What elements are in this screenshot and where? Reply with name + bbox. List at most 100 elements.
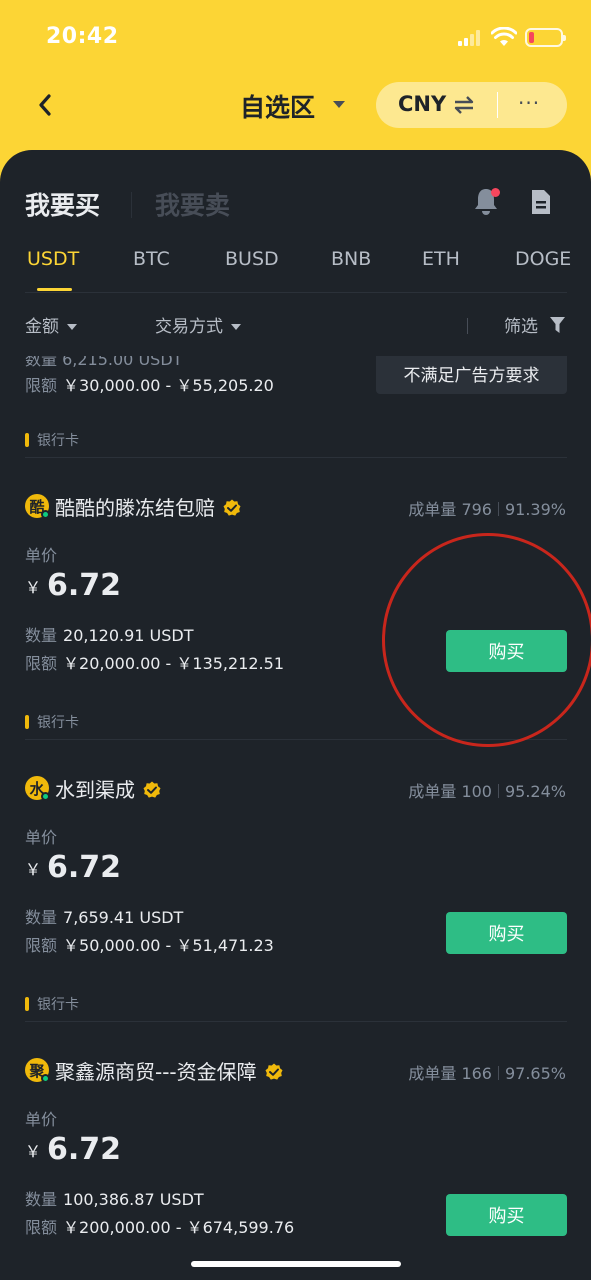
annotation-circle: [382, 533, 591, 747]
order-limit: 限额 ￥50,000.00 - ￥51,471.23: [25, 932, 274, 956]
limit-value: ￥20,000.00 - ￥135,212.51: [63, 654, 285, 673]
tab-busd[interactable]: BUSD: [225, 248, 279, 270]
chevron-left-icon: [39, 94, 51, 116]
price-value: 6.72: [47, 568, 122, 603]
verified-badge-icon: [143, 781, 161, 798]
currency-symbol: ￥: [25, 1142, 42, 1161]
cellular-signal-icon: [458, 30, 484, 46]
orders-label: 成单量: [408, 500, 457, 519]
merchant-name-text[interactable]: 酷酷的滕冻结包赔: [55, 496, 215, 520]
unit-price: ￥ 6.72: [25, 850, 121, 885]
status-time: 20:42: [46, 24, 119, 49]
orders-count: 796: [461, 500, 492, 519]
merchant-name-text[interactable]: 水到渠成: [55, 778, 135, 802]
payment-filter[interactable]: 交易方式: [155, 312, 241, 337]
merchant-stats: 成单量 100 95.24%: [408, 778, 566, 802]
stats-divider: [497, 1066, 499, 1080]
tab-bnb[interactable]: BNB: [331, 248, 371, 270]
tab-doge[interactable]: DOGE: [515, 248, 571, 270]
amount-filter-label: 金额: [25, 317, 59, 337]
payment-method-tag: 银行卡: [25, 712, 79, 732]
orders-count: 166: [461, 1064, 492, 1083]
amount-filter[interactable]: 金额: [25, 312, 77, 337]
price-label: 单价: [25, 546, 58, 565]
unit-price: ￥ 6.72: [25, 568, 121, 603]
currency-label[interactable]: CNY: [398, 92, 446, 116]
merchant-name[interactable]: 水到渠成: [55, 774, 161, 803]
payment-method-tag: 银行卡: [25, 430, 79, 450]
ad-list: 数量 6,215.00 USDT 限额 ￥30,000.00 - ￥55,205.…: [0, 356, 591, 1280]
mode-sell-tab[interactable]: 我要卖: [155, 186, 230, 222]
row-divider: [25, 457, 567, 458]
verified-badge-icon: [265, 1063, 283, 1080]
limit-value: ￥50,000.00 - ￥51,471.23: [63, 936, 274, 955]
limit-label: 限额: [25, 936, 58, 955]
buy-button[interactable]: 购买: [446, 912, 567, 954]
row-divider: [25, 1021, 567, 1022]
orders-label: 成单量: [408, 1064, 457, 1083]
available-qty: 数量 100,386.87 USDT: [25, 1186, 204, 1210]
buy-button[interactable]: 购买: [446, 1194, 567, 1236]
online-status-dot: [41, 792, 50, 801]
filter-button[interactable]: 筛选: [504, 312, 538, 337]
qty-value: 7,659.41 USDT: [63, 908, 184, 927]
page-title[interactable]: 自选区: [240, 88, 315, 124]
partial-ad-limit: 限额 ￥30,000.00 - ￥55,205.20: [25, 372, 274, 396]
qty-value: 100,386.87 USDT: [63, 1190, 204, 1209]
stats-divider: [497, 502, 499, 516]
tabs-divider: [25, 292, 567, 293]
partial-ad-qty: 数量 6,215.00 USDT: [25, 356, 182, 370]
notification-dot: [491, 188, 500, 197]
orders-count: 100: [461, 782, 492, 801]
crypto-tabs: USDT BTC BUSD BNB ETH DOGE: [0, 246, 591, 292]
tab-btc[interactable]: BTC: [133, 248, 170, 270]
tab-usdt[interactable]: USDT: [27, 248, 79, 270]
more-icon[interactable]: ···: [518, 93, 544, 115]
price-value: 6.72: [47, 1132, 122, 1167]
home-indicator[interactable]: [191, 1261, 401, 1267]
caret-down-icon: [231, 324, 241, 330]
currency-selector[interactable]: CNY ···: [376, 82, 567, 128]
funnel-icon[interactable]: [549, 316, 566, 334]
ad-card: 聚 聚鑫源商贸---资金保障 成单量 166 97.65% 单价 ￥ 6.72 数量…: [0, 1058, 591, 1280]
verified-badge-icon: [223, 499, 241, 516]
merchant-name[interactable]: 聚鑫源商贸---资金保障: [55, 1056, 283, 1085]
completion-rate: 97.65%: [504, 1064, 566, 1083]
unit-price: ￥ 6.72: [25, 1132, 121, 1167]
limit-label: 限额: [25, 1218, 58, 1237]
battery-icon: [525, 28, 566, 47]
qty-value: 20,120.91 USDT: [63, 626, 194, 645]
online-status-dot: [41, 510, 50, 519]
orders-label: 成单量: [408, 782, 457, 801]
filter-row: 金额 交易方式 筛选: [0, 308, 591, 342]
limit-label: 限额: [25, 376, 58, 395]
qty-label: 数量: [25, 356, 58, 369]
qty-value: 6,215.00 USDT: [62, 356, 183, 369]
back-button[interactable]: [30, 90, 60, 120]
price-label: 单价: [25, 1110, 58, 1129]
qty-label: 数量: [25, 626, 58, 645]
requirement-notice: 不满足广告方要求: [376, 356, 567, 394]
orders-document-icon[interactable]: [529, 188, 553, 216]
limit-label: 限额: [25, 654, 58, 673]
title-dropdown-icon[interactable]: [333, 101, 345, 108]
merchant-name-text[interactable]: 聚鑫源商贸---资金保障: [55, 1060, 257, 1084]
currency-symbol: ￥: [25, 860, 42, 879]
limit-value: ￥200,000.00 - ￥674,599.76: [63, 1218, 295, 1237]
tab-eth[interactable]: ETH: [422, 248, 460, 270]
mode-buy-tab[interactable]: 我要买: [25, 186, 100, 222]
order-limit: 限额 ￥200,000.00 - ￥674,599.76: [25, 1214, 294, 1238]
swap-icon[interactable]: [453, 95, 475, 115]
ad-card: 水 水到渠成 成单量 100 95.24% 单价 ￥ 6.72 数量 7,659.41…: [0, 776, 591, 998]
limit-value: ￥30,000.00 - ￥55,205.20: [63, 376, 274, 395]
merchant-stats: 成单量 796 91.39%: [408, 496, 566, 520]
available-qty: 数量 20,120.91 USDT: [25, 622, 194, 646]
stats-divider: [497, 784, 499, 798]
active-tab-indicator: [37, 288, 72, 291]
caret-down-icon: [67, 324, 77, 330]
status-bar: 20:42: [0, 0, 591, 76]
qty-label: 数量: [25, 1190, 58, 1209]
merchant-name[interactable]: 酷酷的滕冻结包赔: [55, 492, 241, 521]
price-value: 6.72: [47, 850, 122, 885]
payment-method-tag: 银行卡: [25, 994, 79, 1014]
